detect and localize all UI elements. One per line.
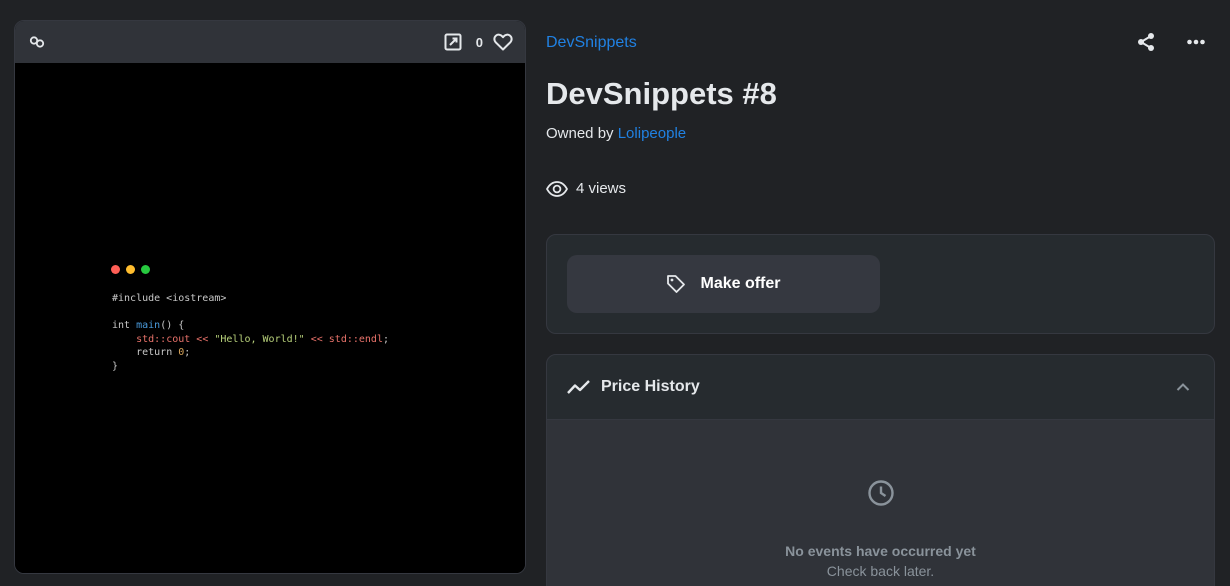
make-offer-button[interactable]: Make offer	[567, 255, 880, 313]
code-close: }	[112, 360, 119, 372]
media-header: 0	[15, 21, 525, 63]
nft-image: #include <iostream> int main() { std::co…	[15, 63, 525, 573]
code-endl: std::endl	[328, 333, 383, 345]
tag-icon	[666, 274, 686, 294]
price-history-panel: Price History No events have occurred ye…	[546, 354, 1215, 586]
view-count: 4 views	[546, 180, 626, 197]
collection-link[interactable]: DevSnippets	[546, 34, 637, 52]
dot-green	[141, 265, 150, 274]
code-string: "Hello, World!"	[214, 333, 305, 345]
heart-icon[interactable]	[493, 33, 513, 51]
code-main-fn: main	[136, 320, 161, 332]
empty-state-subtitle: Check back later.	[826, 563, 935, 579]
price-history-body: No events have occurred yet Check back l…	[547, 420, 1214, 586]
code-op1: <<	[190, 333, 215, 345]
media-card: 0 #include <iostream> int main() { std::…	[14, 20, 526, 574]
chevron-up-icon[interactable]	[1176, 382, 1190, 392]
code-include: #include <iostream>	[112, 293, 227, 304]
price-history-header[interactable]: Price History	[547, 355, 1214, 420]
media-actions: 0	[444, 33, 513, 51]
code-snippet: #include <iostream> int main() { std::co…	[112, 292, 389, 374]
dot-red	[111, 265, 120, 274]
trending-icon	[567, 379, 591, 395]
code-semicolon: ;	[382, 333, 389, 345]
views-label: 4 views	[576, 180, 627, 197]
code-return: return	[136, 347, 179, 359]
empty-state-title: No events have occurred yet	[785, 543, 976, 559]
top-actions	[1136, 32, 1206, 52]
external-link-icon[interactable]	[444, 33, 462, 51]
share-icon[interactable]	[1136, 32, 1156, 52]
offer-panel: Make offer	[546, 234, 1215, 334]
eye-icon	[546, 180, 568, 197]
owner-link[interactable]: Lolipeople	[618, 125, 686, 142]
price-history-title: Price History	[601, 378, 700, 395]
owned-by: Owned by Lolipeople	[546, 125, 686, 142]
clock-icon	[867, 479, 895, 507]
window-dots	[111, 265, 150, 274]
make-offer-label: Make offer	[700, 275, 781, 292]
code-op2: <<	[304, 333, 329, 345]
code-cout: std::cout	[136, 333, 191, 345]
favorite-count: 0	[475, 34, 483, 50]
owned-by-label: Owned by	[546, 125, 618, 142]
dot-yellow	[126, 265, 135, 274]
code-main-rest: () {	[160, 320, 185, 332]
code-int: int	[112, 320, 137, 332]
item-title: DevSnippets #8	[546, 76, 777, 111]
more-icon[interactable]	[1186, 32, 1206, 52]
link-icon[interactable]	[29, 34, 45, 50]
code-return-end: ;	[184, 347, 191, 359]
